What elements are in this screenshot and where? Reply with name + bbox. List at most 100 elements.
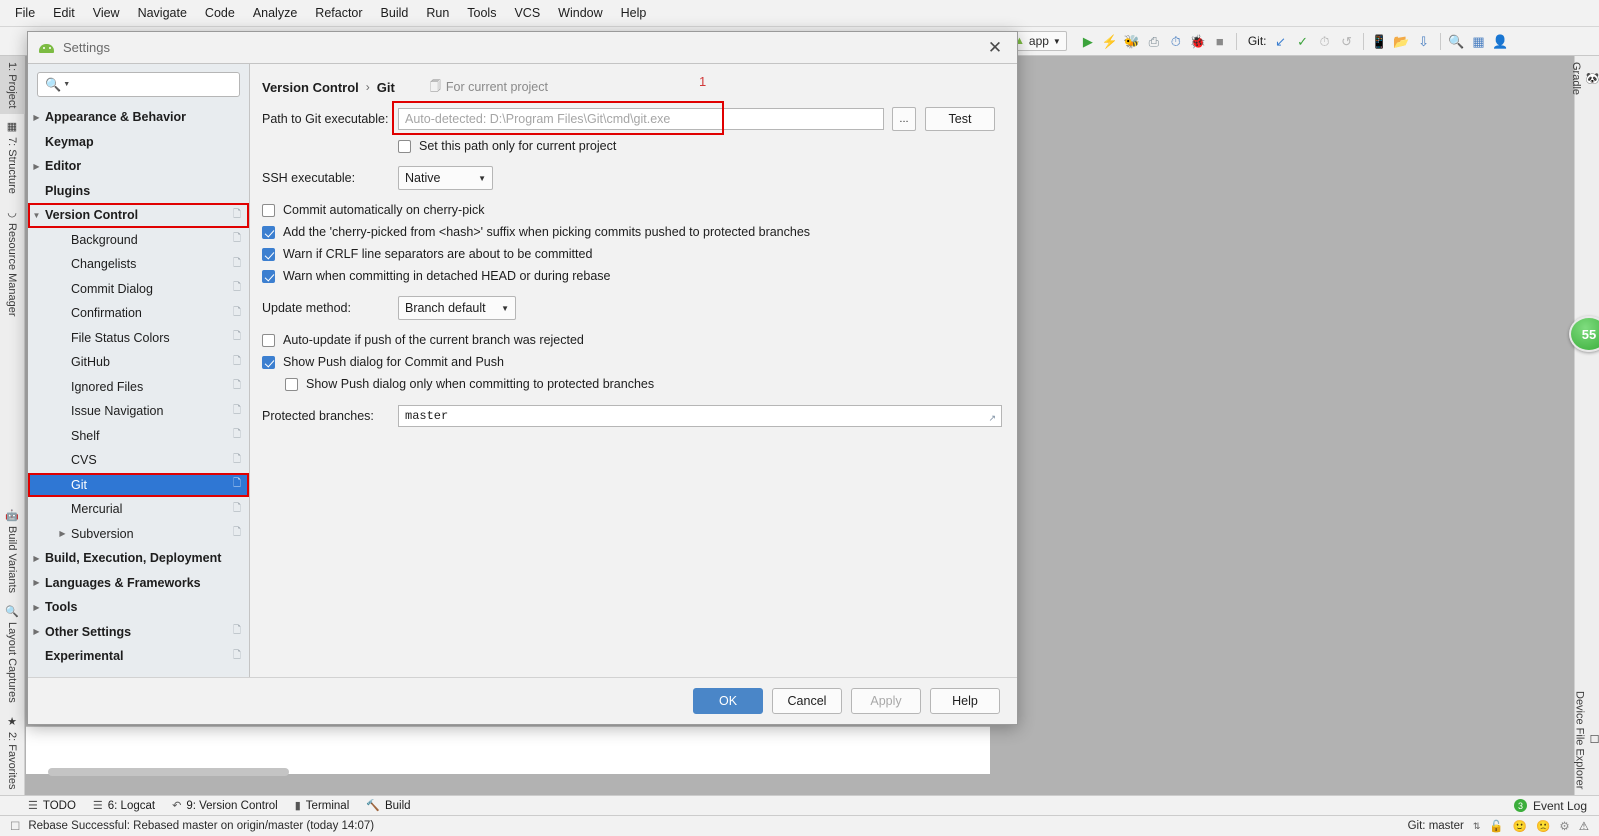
menu-item-edit[interactable]: Edit [44, 3, 84, 23]
copy-settings-icon[interactable]: 🗋 [233, 280, 241, 297]
sidebar-item-git[interactable]: Git 🗋 [28, 472, 249, 497]
test-button[interactable]: Test [925, 107, 995, 131]
git-cb1-checkbox-3[interactable] [262, 270, 275, 283]
debug-icon[interactable]: 🐝 [1121, 30, 1143, 52]
sync-gradle-icon[interactable]: ⇩ [1413, 30, 1435, 52]
tool-window-todo[interactable]: ☰ TODO [28, 799, 76, 813]
menu-item-code[interactable]: Code [196, 3, 244, 23]
avd-manager-icon[interactable]: 📱 [1369, 30, 1391, 52]
protected-branches-input[interactable]: master ↗ [398, 405, 1002, 427]
git-branch-widget[interactable]: Git: master [1408, 820, 1464, 832]
sidebar-item-build-execution-deployment[interactable]: ▶ Build, Execution, Deployment [28, 546, 249, 571]
copy-settings-icon[interactable]: 🗋 [233, 403, 241, 420]
chevron-right-icon[interactable]: ▶ [28, 113, 45, 122]
update-project-icon[interactable]: ↙ [1270, 30, 1292, 52]
copy-settings-icon[interactable]: 🗋 [233, 452, 241, 469]
copy-settings-icon[interactable]: 🗋 [233, 525, 241, 542]
sidebar-item-subversion[interactable]: ▶ Subversion 🗋 [28, 522, 249, 547]
sidebar-item-structure[interactable]: ▦ 7: Structure [0, 114, 25, 200]
attach-debugger-icon[interactable]: ⎙ [1143, 30, 1165, 52]
menu-item-refactor[interactable]: Refactor [306, 3, 371, 23]
copy-settings-icon[interactable]: 🗋 [233, 231, 241, 248]
commit-icon[interactable]: ✓ [1292, 30, 1314, 52]
copy-settings-icon[interactable]: 🗋 [233, 427, 241, 444]
stop-icon[interactable]: ■ [1209, 30, 1231, 52]
notifications-icon[interactable]: ⚠ [1579, 819, 1589, 833]
rollback-icon[interactable]: ↺ [1336, 30, 1358, 52]
chevron-right-icon[interactable]: ▶ [54, 529, 71, 538]
sidebar-item-project[interactable]: 1: Project [0, 56, 25, 115]
sidebar-item-languages-frameworks[interactable]: ▶ Languages & Frameworks [28, 571, 249, 596]
sidebar-item-plugins[interactable]: Plugins [28, 179, 249, 204]
sidebar-item-mercurial[interactable]: Mercurial 🗋 [28, 497, 249, 522]
git-cb1-option-3[interactable]: Warn when committing in detached HEAD or… [262, 269, 1003, 283]
sidebar-item-tools[interactable]: ▶ Tools [28, 595, 249, 620]
chevron-down-icon[interactable]: ▼ [28, 211, 45, 220]
menu-item-file[interactable]: File [6, 3, 44, 23]
sidebar-item-background[interactable]: Background 🗋 [28, 228, 249, 253]
browse-button[interactable]: ... [892, 107, 916, 131]
update-method-select[interactable]: Branch default ▼ [398, 296, 516, 320]
git-cb1-option-0[interactable]: Commit automatically on cherry-pick [262, 203, 1003, 217]
ssh-executable-select[interactable]: Native ▼ [398, 166, 493, 190]
memory-icon[interactable]: ⚙ [1559, 819, 1569, 833]
copy-settings-icon[interactable]: 🗋 [233, 648, 241, 665]
sidebar-item-gradle[interactable]: 🐼 Gradle [1570, 56, 1599, 101]
chevron-down-icon[interactable]: ▼ [63, 81, 70, 88]
menu-item-window[interactable]: Window [549, 3, 611, 23]
copy-settings-icon[interactable]: 🗋 [233, 354, 241, 371]
copy-settings-icon[interactable]: 🗋 [233, 623, 241, 640]
sidebar-item-resource-manager[interactable]: ◡ Resource Manager [0, 200, 25, 323]
sidebar-item-shelf[interactable]: Shelf 🗋 [28, 424, 249, 449]
sidebar-item-build-variants[interactable]: 🤖 Build Variants [0, 503, 25, 599]
git-cb2-option-1[interactable]: Show Push dialog for Commit and Push [262, 355, 1003, 369]
close-icon[interactable]: ✕ [981, 35, 1009, 61]
sidebar-item-issue-navigation[interactable]: Issue Navigation 🗋 [28, 399, 249, 424]
menu-item-run[interactable]: Run [417, 3, 458, 23]
git-cb2-checkbox-0[interactable] [262, 334, 275, 347]
branch-chevron-icon[interactable]: ⇅ [1473, 821, 1481, 832]
copy-settings-icon[interactable]: 🗋 [233, 501, 241, 518]
git-cb1-checkbox-0[interactable] [262, 204, 275, 217]
sidebar-item-commit-dialog[interactable]: Commit Dialog 🗋 [28, 277, 249, 302]
expand-icon[interactable]: ↗ [988, 414, 996, 424]
sidebar-item-confirmation[interactable]: Confirmation 🗋 [28, 301, 249, 326]
chevron-right-icon[interactable]: ▶ [28, 162, 45, 171]
run-icon[interactable]: ▶ [1077, 30, 1099, 52]
set-path-only-checkbox[interactable] [398, 140, 411, 153]
git-cb2-checkbox-2[interactable] [285, 378, 298, 391]
git-cb2-option-0[interactable]: Auto-update if push of the current branc… [262, 333, 1003, 347]
copy-settings-icon[interactable]: 🗋 [233, 207, 241, 224]
copy-settings-icon[interactable]: 🗋 [233, 329, 241, 346]
git-cb2-checkbox-1[interactable] [262, 356, 275, 369]
sidebar-item-file-status-colors[interactable]: File Status Colors 🗋 [28, 326, 249, 351]
set-path-only-row[interactable]: Set this path only for current project [398, 139, 1003, 153]
sidebar-item-editor[interactable]: ▶ Editor [28, 154, 249, 179]
menu-item-tools[interactable]: Tools [458, 3, 505, 23]
sidebar-item-favorites[interactable]: ★ 2: Favorites [0, 709, 25, 795]
chevron-right-icon[interactable]: ▶ [28, 603, 45, 612]
sidebar-item-ignored-files[interactable]: Ignored Files 🗋 [28, 375, 249, 400]
lock-open-icon[interactable]: 🔓 [1489, 819, 1503, 833]
event-log-area[interactable]: 3 Event Log [1513, 799, 1599, 813]
menu-item-analyze[interactable]: Analyze [244, 3, 306, 23]
git-path-input[interactable]: Auto-detected: D:\Program Files\Git\cmd\… [398, 108, 884, 130]
apply-changes-icon[interactable]: ⚡ [1099, 30, 1121, 52]
sad-face-icon[interactable]: 🙁 [1536, 819, 1550, 833]
copy-settings-icon[interactable]: 🗋 [233, 256, 241, 273]
git-cb2-option-2[interactable]: Show Push dialog only when committing to… [285, 377, 1003, 391]
tool-window-terminal[interactable]: ▮ Terminal [295, 799, 350, 813]
sidebar-item-changelists[interactable]: Changelists 🗋 [28, 252, 249, 277]
git-cb1-checkbox-2[interactable] [262, 248, 275, 261]
tool-window-version-control[interactable]: ↶ 9: Version Control [172, 799, 278, 813]
chevron-right-icon[interactable]: ▶ [28, 578, 45, 587]
copy-settings-icon[interactable]: 🗋 [233, 305, 241, 322]
user-icon[interactable]: 👤 [1490, 30, 1512, 52]
sidebar-item-appearance-behavior[interactable]: ▶ Appearance & Behavior [28, 105, 249, 130]
profiler-icon[interactable]: ⏱ [1165, 30, 1187, 52]
sidebar-item-version-control[interactable]: ▼ Version Control 🗋 [28, 203, 249, 228]
happy-face-icon[interactable]: 🙂 [1513, 819, 1527, 833]
run-with-coverage-icon[interactable]: 🐞 [1187, 30, 1209, 52]
git-cb1-option-1[interactable]: Add the 'cherry-picked from <hash>' suff… [262, 225, 1003, 239]
cancel-button[interactable]: Cancel [772, 688, 842, 714]
